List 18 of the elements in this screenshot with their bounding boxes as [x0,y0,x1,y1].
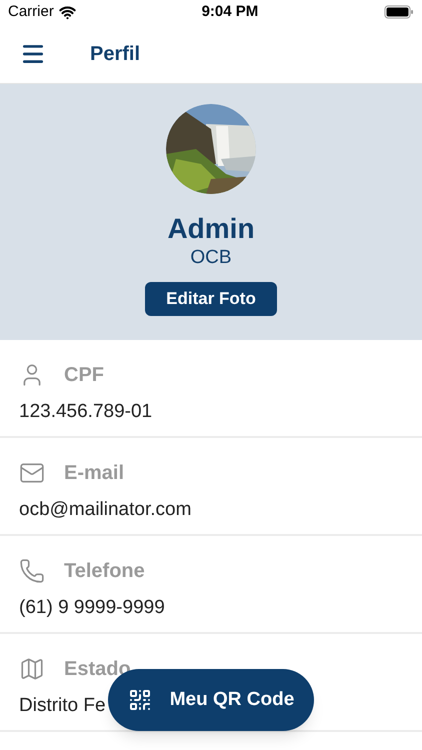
battery-icon [384,5,414,19]
field-value: (61) 9 9999-9999 [19,596,165,620]
field-value: ocb@mailinator.com [19,498,192,522]
field-label: E-mail [64,461,124,486]
wifi-icon [58,4,76,20]
phone-icon [19,558,45,584]
organization-text: OCB [190,246,232,270]
map-icon [19,656,45,682]
qr-code-icon [128,688,152,712]
carrier-text: Carrier [8,2,54,22]
profile-name: Admin [167,212,255,246]
field-label: CPF [64,363,104,388]
page-title: Perfil [90,42,140,66]
field-value: Distrito Fe [19,694,106,718]
clock-text: 9:04 PM [202,2,258,22]
edit-photo-button[interactable]: Editar Foto [145,282,277,316]
field-label: Telefone [64,559,145,584]
field-value: 123.456.789-01 [19,400,152,424]
